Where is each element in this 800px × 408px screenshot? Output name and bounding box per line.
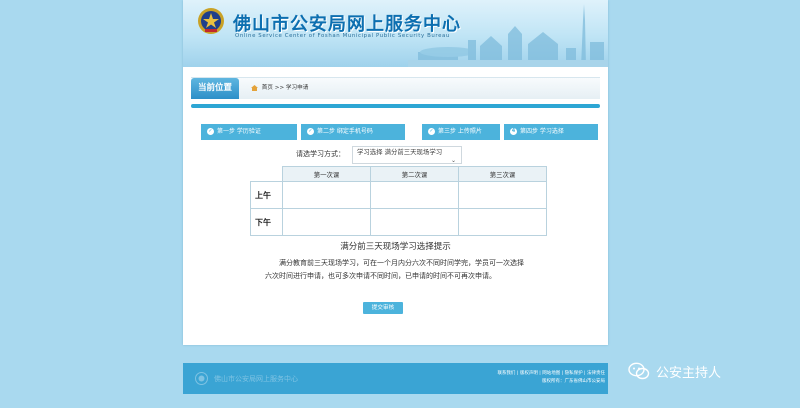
step-2-label: 第二步 绑定手机号码	[317, 128, 373, 135]
slot-cell[interactable]	[458, 181, 547, 209]
footer-link-privacy[interactable]: 隐私保护	[565, 371, 583, 376]
submit-review-button[interactable]: 提交审核	[363, 302, 403, 314]
column-header: 第三次课	[458, 166, 547, 182]
table-row: 上午	[250, 181, 547, 209]
slot-cell[interactable]	[282, 181, 371, 209]
footer-link-sitemap[interactable]: 网站地图	[542, 371, 560, 376]
step-4-label: 第四步 学习选择	[520, 128, 564, 135]
step-1: ✓ 第一步 学历验证	[201, 124, 297, 140]
breadcrumb-current: 学习申请	[285, 85, 309, 91]
police-emblem-icon	[198, 8, 224, 34]
step-3-label: 第三步 上传照片	[438, 128, 482, 135]
step-4-number: 4	[510, 128, 517, 135]
notice-body: 满分教育前三天现场学习，可在一个月内分六次不同时间学完，学员可一次选择六次时间进…	[265, 259, 524, 280]
breadcrumb: 当前位置 首页 >> 学习申请	[191, 77, 600, 99]
slot-cell[interactable]	[282, 208, 371, 236]
step-2-check-icon: ✓	[307, 128, 314, 135]
breadcrumb-home-link[interactable]: 首页	[262, 85, 273, 91]
column-header: 第二次课	[370, 166, 459, 182]
study-method-label: 请选学习方式：	[296, 150, 345, 158]
table-header-row: 第一次课 第二次课 第三次课	[250, 166, 547, 182]
breadcrumb-trail: 首页 >> 学习申请	[251, 78, 308, 99]
slot-cell[interactable]	[370, 181, 459, 209]
breadcrumb-label: 当前位置	[191, 78, 239, 99]
city-skyline-graphic	[408, 4, 608, 67]
home-icon	[251, 84, 258, 91]
table-corner	[250, 166, 283, 182]
step-2: ✓ 第二步 绑定手机号码	[301, 124, 405, 140]
study-method-selected: 学习选择 满分前三天现场学习	[357, 148, 443, 156]
step-3: ✓ 第三步 上传照片	[422, 124, 500, 140]
notice-title: 满分前三天现场学习选择提示	[340, 242, 451, 252]
site-banner: 佛山市公安局网上服务中心 Online Service Center of Fo…	[183, 0, 608, 67]
footer-link-legal[interactable]: 法律责任	[587, 371, 605, 376]
footer-copyright: 版权所有：广东省佛山市公安局	[542, 379, 605, 384]
breadcrumb-separator: >>	[274, 85, 285, 91]
wechat-icon	[628, 362, 650, 380]
table-row: 下午	[250, 208, 547, 236]
slot-cell[interactable]	[458, 208, 547, 236]
step-1-check-icon: ✓	[207, 128, 214, 135]
step-4: 4 第四步 学习选择	[504, 124, 598, 140]
footer-emblem-icon	[195, 372, 208, 385]
step-1-label: 第一步 学历验证	[217, 128, 261, 135]
slot-cell[interactable]	[370, 208, 459, 236]
watermark-text: 公安主持人	[656, 365, 722, 381]
footer-link-copyright[interactable]: 版权声明	[520, 371, 538, 376]
chevron-down-icon: ⌄	[450, 157, 456, 164]
study-method-select[interactable]: 学习选择 满分前三天现场学习 ⌄	[352, 146, 462, 164]
site-footer: 佛山市公安局网上服务中心 联系我们 | 版权声明 | 网站地图 | 隐私保护 |…	[183, 363, 608, 394]
footer-links: 联系我们 | 版权声明 | 网站地图 | 隐私保护 | 法律责任 版权所有：广东…	[475, 370, 608, 386]
page-container: 佛山市公安局网上服务中心 Online Service Center of Fo…	[183, 0, 608, 345]
column-header: 第一次课	[282, 166, 371, 182]
step-3-check-icon: ✓	[428, 128, 435, 135]
footer-site-name: 佛山市公安局网上服务中心	[214, 375, 298, 383]
step-progress: ✓ 第一步 学历验证 ✓ 第二步 绑定手机号码 ✓ 第三步 上传照片 4 第四步 学习选…	[201, 124, 598, 140]
watermark: 公安主持人	[628, 360, 721, 382]
footer-link-contact[interactable]: 联系我们	[497, 371, 515, 376]
row-header-morning: 上午	[250, 181, 283, 209]
panel-divider	[191, 104, 600, 108]
row-header-afternoon: 下午	[250, 208, 283, 236]
schedule-table: 第一次课 第二次课 第三次课 上午 下午	[250, 166, 547, 236]
